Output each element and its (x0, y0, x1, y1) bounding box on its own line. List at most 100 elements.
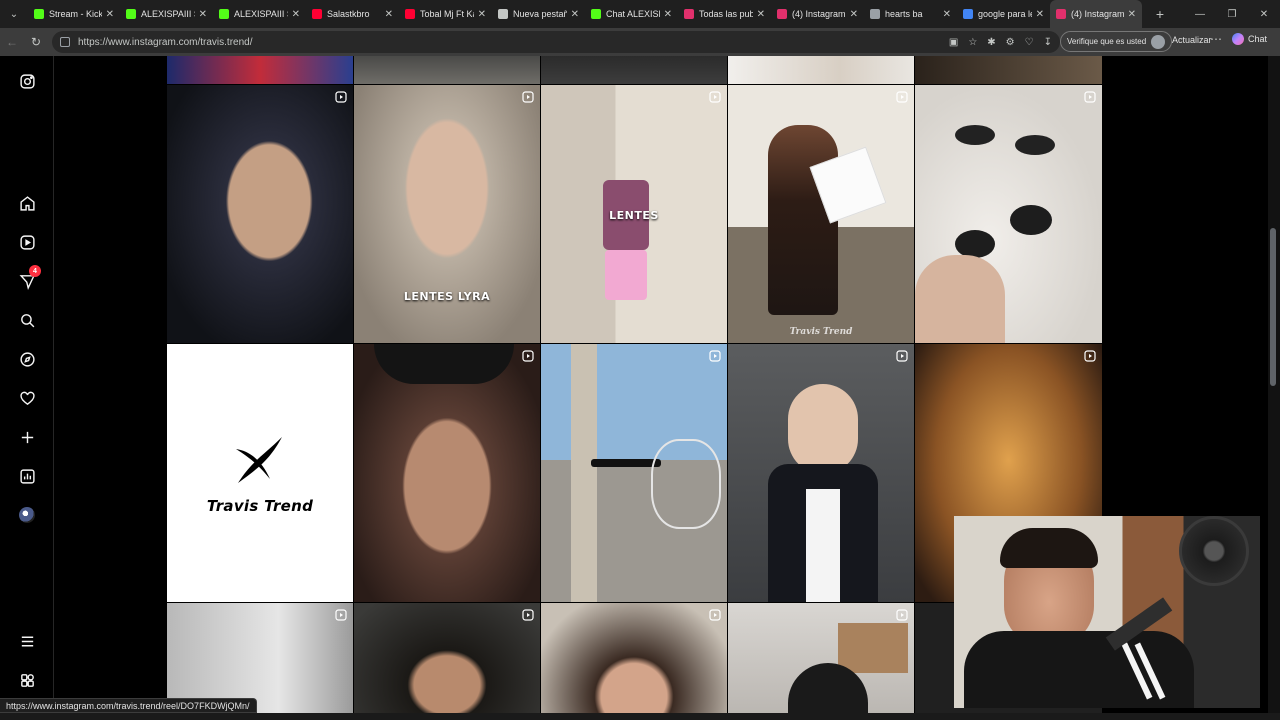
post-tile[interactable]: LENTES (541, 85, 727, 343)
reel-icon (709, 350, 721, 362)
browser-tab[interactable]: ALEXISPAIII Stre ✕ (120, 0, 213, 28)
post-tile[interactable] (915, 85, 1102, 343)
tab-close-icon[interactable]: ✕ (943, 9, 951, 20)
post-tile[interactable] (354, 56, 540, 84)
post-tile[interactable]: LENTES LYRA (354, 85, 540, 343)
tab-close-icon[interactable]: ✕ (199, 9, 207, 20)
post-tile[interactable] (541, 56, 727, 84)
tab-close-icon[interactable]: ✕ (571, 9, 579, 20)
tab-close-icon[interactable]: ✕ (1036, 9, 1044, 20)
explore-icon[interactable] (15, 347, 39, 371)
restore-icon[interactable]: ❐ (1216, 0, 1248, 28)
address-bar[interactable]: https://www.instagram.com/travis.trend/ … (52, 31, 1060, 53)
post-tile[interactable] (915, 56, 1102, 84)
tab-title: Todas las publi (699, 9, 753, 19)
install-app-icon[interactable]: ▣ (949, 37, 958, 48)
tab-close-icon[interactable]: ✕ (292, 9, 300, 20)
gemini-icon (1232, 33, 1244, 45)
browser-tab[interactable]: (4) Instagram ✕ (1050, 0, 1142, 28)
site-info-icon[interactable] (60, 37, 70, 47)
downloads-icon[interactable]: ↧ (1044, 37, 1052, 48)
tab-close-icon[interactable]: ✕ (1128, 9, 1136, 20)
tab-title: Salastkbro (327, 9, 370, 19)
browser-tabstrip: ⌄ Stream - Kick D✕ALEXISPAIII Stre✕ALEXI… (0, 0, 1280, 28)
security-icon[interactable]: ⚙ (1006, 37, 1015, 48)
create-icon[interactable] (15, 425, 39, 449)
bookmarks-icon[interactable]: ♡ (1025, 37, 1034, 48)
post-tile[interactable] (728, 56, 914, 84)
search-icon[interactable] (15, 308, 39, 332)
reload-button[interactable]: ↻ (24, 30, 48, 54)
reel-icon (896, 350, 908, 362)
browser-tab[interactable]: Chat ALEXISPAI ✕ (585, 0, 678, 28)
tab-close-icon[interactable]: ✕ (850, 9, 858, 20)
tab-close-icon[interactable]: ✕ (757, 9, 765, 20)
post-watermark: Travis Trend (789, 327, 853, 337)
messages-badge: 4 (29, 265, 41, 277)
streamer-webcam-overlay (954, 516, 1260, 708)
browser-tab[interactable]: Salastkbro ✕ (306, 0, 399, 28)
post-tile[interactable] (728, 603, 914, 720)
profile-avatar-image (19, 507, 35, 523)
tab-title: google para le (978, 9, 1032, 19)
tab-title: Stream - Kick D (49, 9, 102, 19)
bookmark-star-icon[interactable]: ☆ (968, 37, 977, 48)
chat-label: Chat (1248, 34, 1268, 44)
browser-tab[interactable]: ALEXISPAIII Stre ✕ (213, 0, 306, 28)
tab-close-icon[interactable]: ✕ (385, 9, 393, 20)
post-tile[interactable] (541, 344, 727, 602)
browser-tab[interactable]: Todas las publi ✕ (678, 0, 771, 28)
chat-button[interactable]: Chat (1232, 33, 1267, 45)
browser-tab[interactable]: Nueva pestaña ✕ (492, 0, 585, 28)
post-tile[interactable] (728, 344, 914, 602)
post-tile[interactable] (167, 85, 353, 343)
post-tile[interactable] (541, 603, 727, 720)
messages-icon[interactable]: 4 (15, 265, 41, 293)
extensions-icon[interactable]: ✱ (987, 37, 995, 48)
youtube-icon (405, 9, 415, 19)
browser-tab[interactable]: google para le ✕ (957, 0, 1050, 28)
more-menu-icon[interactable] (15, 629, 39, 653)
profile-avatar[interactable] (15, 503, 39, 527)
home-icon[interactable] (15, 191, 39, 215)
browser-tab[interactable]: Tobal Mj Ft Kai ✕ (399, 0, 492, 28)
tab-title: Chat ALEXISPAI (606, 9, 660, 19)
omnibox-actions: ▣ ☆ ✱ ⚙ ♡ ↧ (949, 31, 1052, 53)
tab-title: hearts ba (885, 9, 923, 19)
dashboard-icon[interactable] (15, 464, 39, 488)
minimize-icon[interactable]: — (1184, 0, 1216, 28)
reels-icon[interactable] (15, 230, 39, 254)
reel-icon (1084, 350, 1096, 362)
travis-trend-logo-icon (236, 437, 282, 483)
post-tile[interactable] (354, 603, 540, 720)
tab-close-icon[interactable]: ✕ (478, 9, 486, 20)
post-tile[interactable] (167, 56, 353, 84)
browser-menu-icon[interactable]: ⋯ (1210, 32, 1222, 46)
browser-tab[interactable]: (4) Instagram ✕ (771, 0, 864, 28)
tab-search-chevron-icon[interactable]: ⌄ (0, 0, 28, 28)
update-button[interactable]: Actualizar (1172, 35, 1212, 45)
page-scrollbar-track[interactable] (1268, 56, 1280, 720)
post-tile[interactable]: Travis Trend (728, 85, 914, 343)
close-window-icon[interactable]: ✕ (1248, 0, 1280, 28)
reel-icon (896, 91, 908, 103)
tab-close-icon[interactable]: ✕ (106, 9, 114, 20)
browser-tab[interactable]: Stream - Kick D ✕ (28, 0, 120, 28)
browser-tab[interactable]: hearts ba ✕ (864, 0, 957, 28)
verify-identity-button[interactable]: Verifique que es usted (1060, 31, 1173, 52)
new-tab-button[interactable]: + (1148, 6, 1172, 22)
also-from-meta-icon[interactable] (15, 668, 39, 692)
tab-close-icon[interactable]: ✕ (664, 9, 672, 20)
post-tile[interactable]: Travis Trend (167, 344, 353, 602)
verify-label: Verifique que es usted (1067, 37, 1147, 46)
tab-title: ALEXISPAIII Stre (141, 9, 195, 19)
profile-avatar-icon (1151, 34, 1166, 49)
youtube-icon (312, 9, 322, 19)
back-button[interactable]: ← (0, 30, 24, 54)
tab-title: Nueva pestaña (513, 9, 567, 19)
reel-icon (522, 609, 534, 621)
notifications-icon[interactable] (15, 386, 39, 410)
page-scrollbar-thumb[interactable] (1270, 228, 1276, 386)
post-tile[interactable] (354, 344, 540, 602)
instagram-logo-icon[interactable] (15, 69, 39, 93)
